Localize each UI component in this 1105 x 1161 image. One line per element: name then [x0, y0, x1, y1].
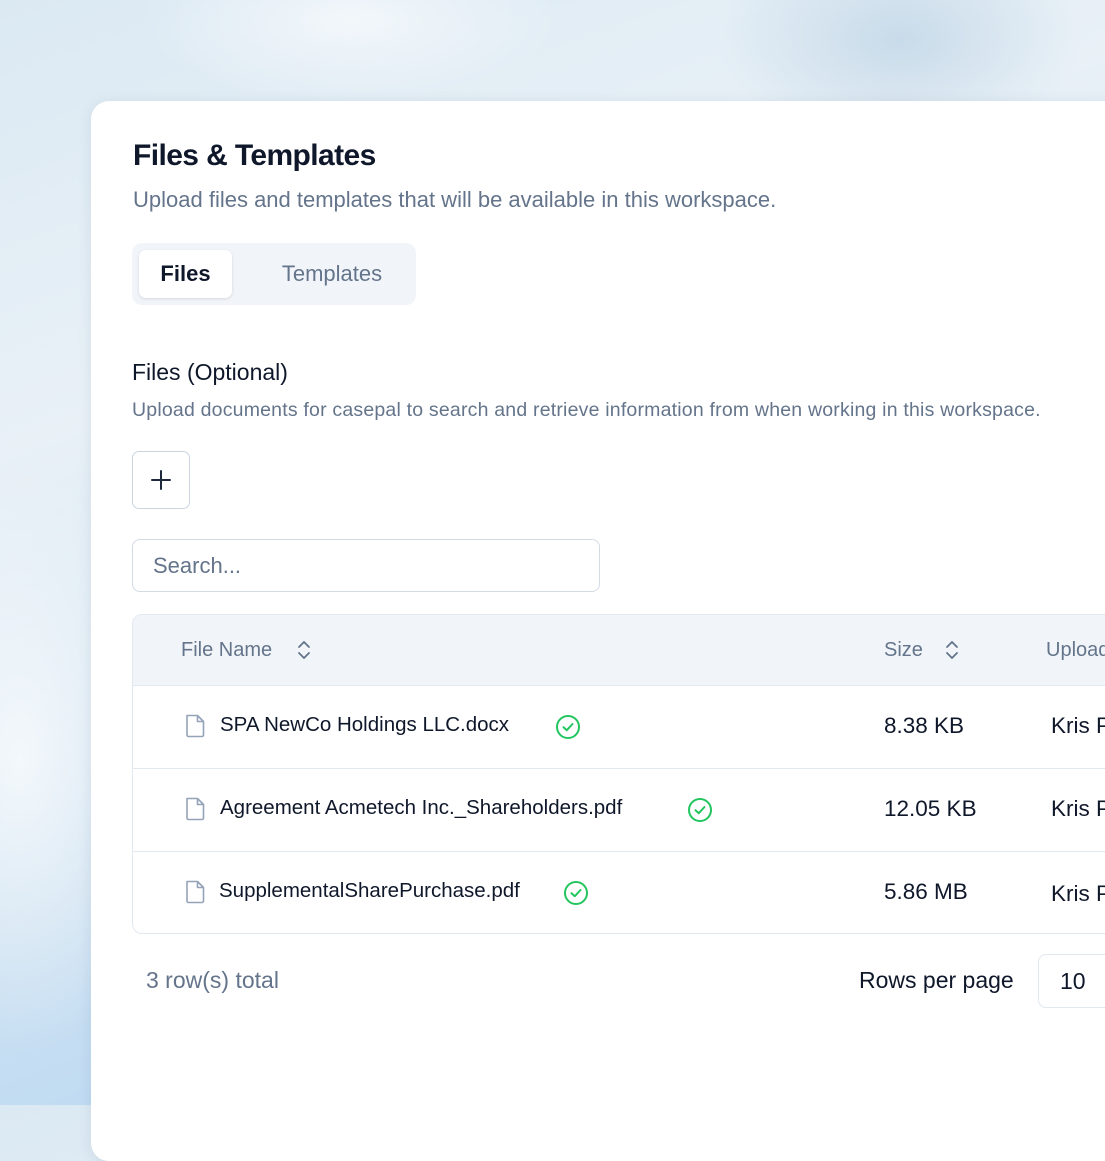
table-header: File Name Size Upload: [133, 615, 1105, 686]
file-size: 5.86 MB: [884, 879, 968, 904]
search-input[interactable]: [132, 539, 600, 592]
rows-per-page-select[interactable]: 10: [1038, 954, 1105, 1008]
tab-files[interactable]: Files: [139, 250, 232, 298]
rows-per-page-label: Rows per page: [859, 967, 1014, 993]
table-row[interactable]: SPA NewCo Holdings LLC.docx 8.38 KB Kris…: [133, 685, 1105, 769]
file-icon: [186, 797, 205, 821]
check-circle-icon: [556, 715, 580, 739]
plus-icon: [151, 470, 171, 490]
chevron-up-down-icon[interactable]: [944, 639, 960, 661]
page-title: Files & Templates: [133, 139, 376, 172]
column-header-label: Size: [884, 639, 923, 661]
file-icon: [186, 880, 205, 904]
settings-card: Files & Templates Upload files and templ…: [91, 101, 1105, 1161]
tab-list: Files Templates: [132, 243, 416, 305]
file-name: Agreement Acmetech Inc._Shareholders.pdf: [220, 796, 623, 819]
files-table: File Name Size Upload SPA NewCo Holdings…: [132, 614, 1105, 934]
column-header-uploaded-by[interactable]: Upload: [1046, 615, 1105, 685]
file-size: 12.05 KB: [884, 796, 977, 821]
table-row[interactable]: SupplementalSharePurchase.pdf 5.86 MB Kr…: [133, 851, 1105, 933]
add-file-button[interactable]: [132, 451, 190, 509]
chevron-up-down-icon[interactable]: [296, 639, 312, 661]
page-subtitle: Upload files and templates that will be …: [133, 187, 777, 212]
uploaded-by: Kris P: [1051, 881, 1105, 906]
file-size: 8.38 KB: [884, 713, 965, 738]
column-header-label: Upload: [1046, 639, 1105, 661]
file-icon: [186, 714, 205, 738]
table-row[interactable]: Agreement Acmetech Inc._Shareholders.pdf…: [133, 768, 1105, 852]
column-header-size[interactable]: Size: [884, 615, 923, 685]
files-section-description: Upload documents for casepal to search a…: [132, 399, 1041, 421]
rows-total: 3 row(s) total: [146, 967, 279, 993]
uploaded-by: Kris P: [1051, 713, 1105, 738]
tab-templates[interactable]: Templates: [252, 250, 412, 298]
column-header-label: File Name: [181, 639, 273, 661]
check-circle-icon: [688, 798, 712, 822]
uploaded-by: Kris P: [1051, 796, 1105, 821]
files-section-title: Files (Optional): [132, 359, 288, 385]
file-name: SupplementalSharePurchase.pdf: [219, 879, 520, 902]
file-name: SPA NewCo Holdings LLC.docx: [220, 713, 510, 736]
check-circle-icon: [564, 881, 588, 905]
rows-per-page-value: 10: [1060, 968, 1086, 994]
column-header-file-name[interactable]: File Name: [181, 615, 272, 685]
